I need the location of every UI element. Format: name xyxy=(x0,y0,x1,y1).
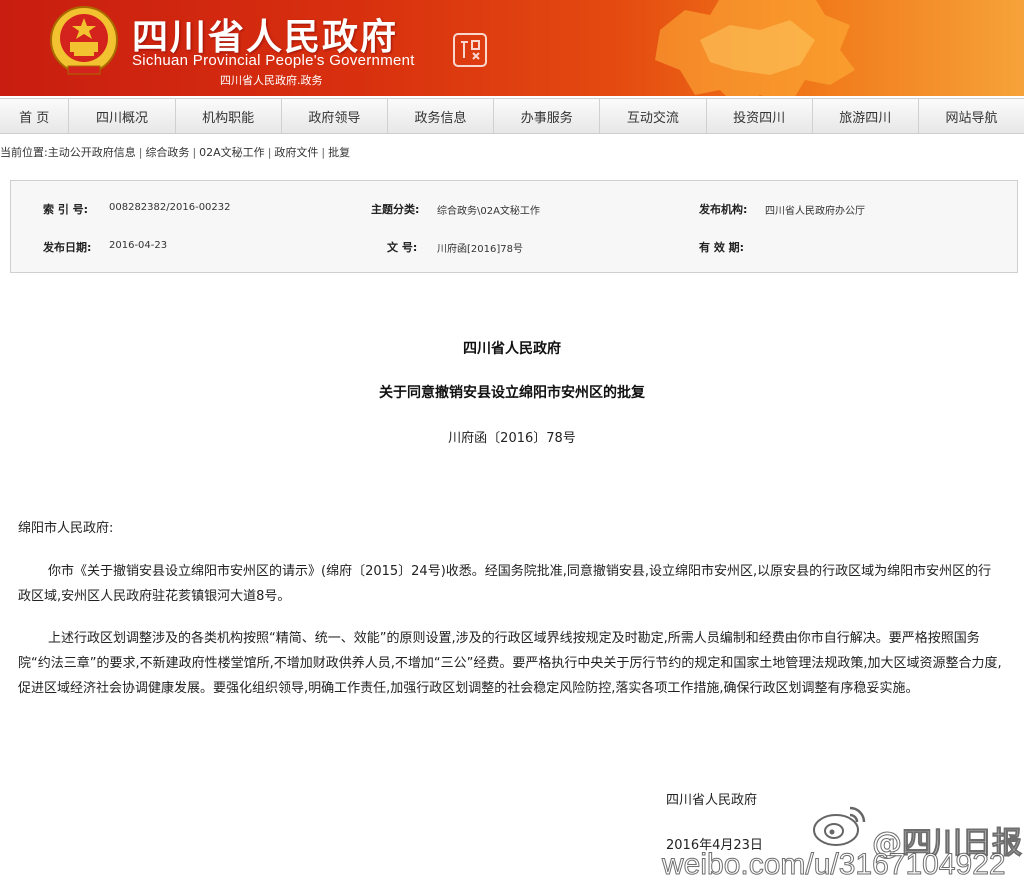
header-banner: 四川省人民政府 Sichuan Provincial People's Gove… xyxy=(0,0,1024,96)
breadcrumb-separator: | xyxy=(192,145,197,159)
date-value: 2016-04-23 xyxy=(109,240,168,251)
topic-value: 综合政务\02A文秘工作 xyxy=(437,206,540,217)
topic-label: 主题分类: xyxy=(371,203,420,216)
seal-icon xyxy=(453,33,487,67)
breadcrumb-item-gov-documents[interactable]: 政府文件 xyxy=(274,144,318,160)
document-metadata-box: 索 引 号: 008282382/2016-00232 主题分类: 综合政务\0… xyxy=(10,180,1018,273)
nav-item-services[interactable]: 办事服务 xyxy=(494,99,601,133)
breadcrumb-item-general-affairs[interactable]: 综合政务 xyxy=(145,144,189,160)
document-signer: 四川省人民政府 xyxy=(666,793,758,808)
watermark-url: weibo.com/u/3167104922 xyxy=(662,848,1007,882)
nav-item-sitemap[interactable]: 网站导航 xyxy=(919,99,1024,133)
nav-item-investment[interactable]: 投资四川 xyxy=(707,99,813,133)
docno-label: 文 号: xyxy=(387,241,418,254)
breadcrumb-item-reply[interactable]: 批复 xyxy=(328,144,350,160)
nav-item-overview[interactable]: 四川概况 xyxy=(69,99,176,133)
site-subtitle: Sichuan Provincial People's Government xyxy=(132,52,415,69)
document-title: 关于同意撤销安县设立绵阳市安州区的批复 xyxy=(379,385,645,401)
breadcrumb-separator: | xyxy=(321,145,326,159)
nav-item-tourism[interactable]: 旅游四川 xyxy=(813,99,919,133)
nav-item-leaders[interactable]: 政府领导 xyxy=(282,99,388,133)
breadcrumb-separator: | xyxy=(138,145,143,159)
document-issuer: 四川省人民政府 xyxy=(463,341,561,357)
publisher-value: 四川省人民政府办公厅 xyxy=(765,206,865,217)
main-nav: 首 页 四川概况 机构职能 政府领导 政务信息 办事服务 互动交流 投资四川 旅… xyxy=(0,98,1024,134)
document-paragraph: 上述行政区划调整涉及的各类机构按照“精简、统一、效能”的原则设置,涉及的行政区域… xyxy=(18,631,1002,696)
nav-item-functions[interactable]: 机构职能 xyxy=(176,99,282,133)
nav-item-interaction[interactable]: 互动交流 xyxy=(600,99,707,133)
site-tagline: 四川省人民政府.政务 xyxy=(220,74,323,87)
document-addressee: 绵阳市人民政府: xyxy=(18,521,114,536)
breadcrumb-separator: | xyxy=(267,145,272,159)
breadcrumb: 当前位置: 主动公开政府信息 | 综合政务 | 02A文秘工作 | 政府文件 |… xyxy=(0,143,350,161)
date-label: 发布日期: xyxy=(43,241,92,254)
index-value: 008282382/2016-00232 xyxy=(109,202,231,213)
breadcrumb-item-public-info[interactable]: 主动公开政府信息 xyxy=(48,144,136,160)
breadcrumb-prefix: 当前位置: xyxy=(0,146,48,159)
validity-label: 有 效 期: xyxy=(699,241,745,254)
weibo-logo-icon xyxy=(813,806,866,846)
document-paragraph: 你市《关于撤销安县设立绵阳市安州区的请示》(绵府〔2015〕24号)收悉。经国务… xyxy=(18,564,992,604)
docno-value: 川府函[2016]78号 xyxy=(437,244,523,255)
nav-item-home[interactable]: 首 页 xyxy=(0,99,70,133)
national-emblem-icon xyxy=(50,6,118,75)
nav-item-gov-info[interactable]: 政务信息 xyxy=(388,99,495,133)
breadcrumb-item-secretarial[interactable]: 02A文秘工作 xyxy=(199,144,265,160)
document-number: 川府函〔2016〕78号 xyxy=(448,431,576,446)
publisher-label: 发布机构: xyxy=(699,203,748,216)
sichuan-map-graphic xyxy=(655,0,855,96)
index-label: 索 引 号: xyxy=(43,203,89,216)
